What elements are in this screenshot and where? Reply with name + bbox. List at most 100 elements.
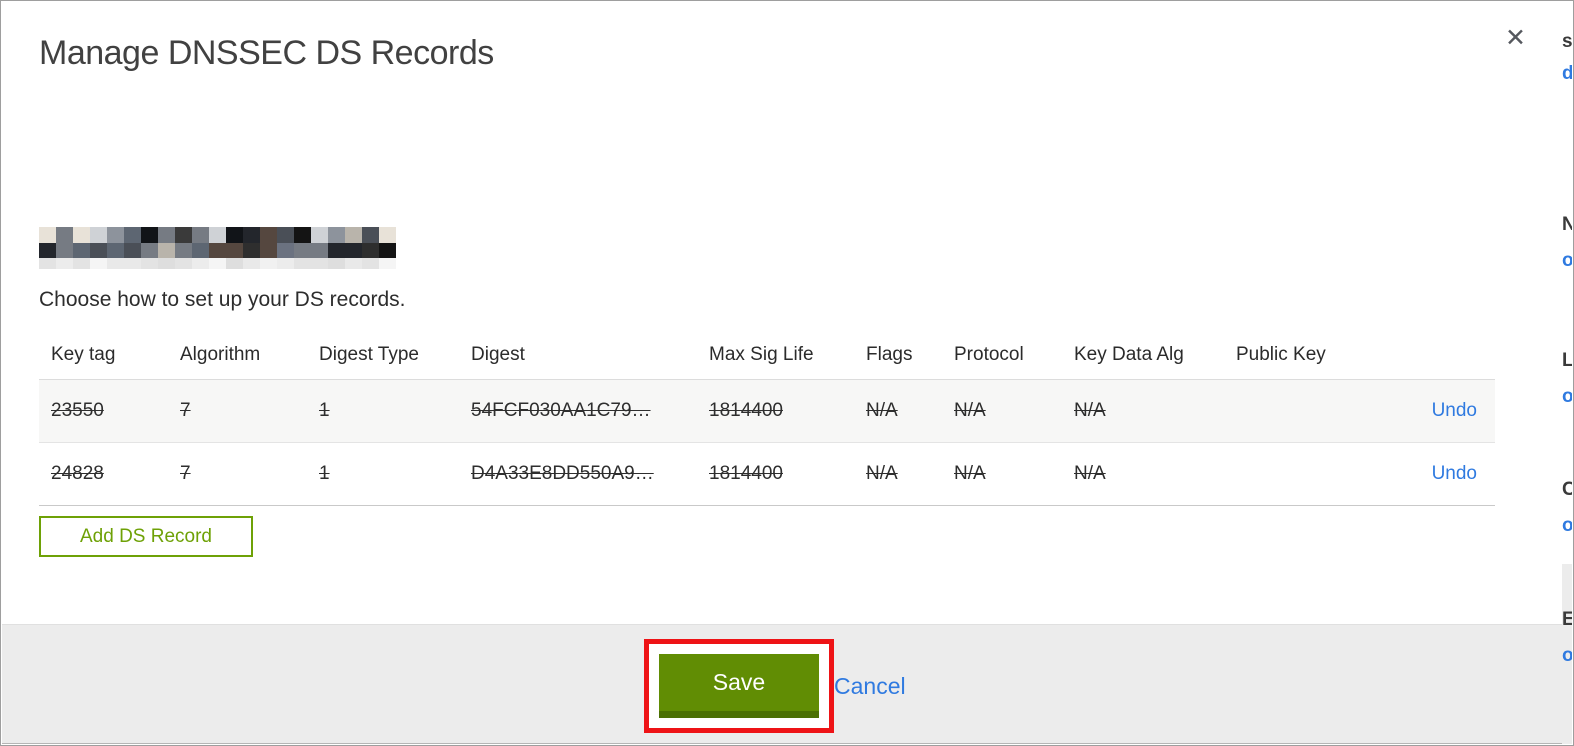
redacted-pixel	[107, 258, 124, 269]
background-text-fragment: C	[1562, 479, 1572, 500]
redacted-pixel	[175, 227, 192, 243]
redacted-pixel	[345, 243, 362, 258]
cell-key-data-alg: N/A	[1074, 400, 1106, 421]
redacted-pixel	[260, 227, 277, 243]
redacted-pixel	[39, 243, 56, 258]
table-row: 23550 7 1 54FCF030AA1C79… 1814400 N/A N/A N/A Un…	[39, 379, 1495, 443]
background-text-fragment: s	[1562, 31, 1572, 52]
redacted-pixel	[345, 258, 362, 269]
redacted-pixel	[226, 227, 243, 243]
close-icon[interactable]: ✕	[1505, 26, 1526, 51]
save-button[interactable]: Save	[659, 654, 819, 718]
background-text-fragment: o	[1562, 250, 1572, 271]
red-annotation-box: Save	[644, 639, 834, 733]
redacted-pixel	[107, 227, 124, 243]
background-text-fragment: o	[1562, 386, 1572, 407]
undo-link[interactable]: Undo	[1432, 463, 1477, 484]
redacted-pixel	[226, 243, 243, 258]
cell-digest-type: 1	[319, 463, 330, 484]
column-header-key-tag: Key tag	[51, 344, 116, 365]
redacted-pixel	[277, 227, 294, 243]
table-header-row: Key tag Algorithm Digest Type Digest Max Sig…	[39, 332, 1495, 380]
ds-records-table: Key tag Algorithm Digest Type Digest Max Sig…	[39, 332, 1495, 506]
redacted-pixel	[90, 227, 107, 243]
redacted-pixel	[243, 243, 260, 258]
column-header-flags: Flags	[866, 344, 913, 365]
cell-key-tag: 23550	[51, 400, 104, 421]
manage-dnssec-modal: Manage DNSSEC DS Records ✕ Choose how to…	[2, 2, 1563, 744]
cell-digest: 54FCF030AA1C79…	[471, 400, 651, 421]
redacted-pixel	[243, 227, 260, 243]
redacted-pixel	[277, 243, 294, 258]
cell-max-sig-life: 1814400	[709, 400, 783, 421]
redacted-pixel	[158, 258, 175, 269]
redacted-pixel	[379, 227, 396, 243]
cell-flags: N/A	[866, 400, 898, 421]
add-ds-record-button[interactable]: Add DS Record	[39, 516, 253, 557]
redacted-pixel	[124, 258, 141, 269]
redacted-pixel	[379, 243, 396, 258]
cell-protocol: N/A	[954, 463, 986, 484]
redacted-pixel	[141, 227, 158, 243]
cell-max-sig-life: 1814400	[709, 463, 783, 484]
redacted-pixel	[226, 258, 243, 269]
cell-action: Undo	[1405, 443, 1495, 506]
redacted-pixel	[328, 243, 345, 258]
background-text-fragment: d	[1562, 63, 1572, 84]
cell-public-key	[1224, 380, 1405, 443]
column-header-key-data-alg: Key Data Alg	[1074, 344, 1184, 365]
cell-algorithm: 7	[180, 463, 191, 484]
redacted-pixel	[192, 227, 209, 243]
cell-protocol: N/A	[954, 400, 986, 421]
redacted-pixel	[158, 227, 175, 243]
redacted-pixel	[294, 243, 311, 258]
background-text-fragment: o	[1562, 515, 1572, 536]
redacted-pixel	[56, 243, 73, 258]
redacted-pixel	[294, 258, 311, 269]
redacted-pixel	[175, 258, 192, 269]
table-row: 24828 7 1 D4A33E8DD550A9… 1814400 N/A N/A N/A Un…	[39, 442, 1495, 506]
column-header-digest-type: Digest Type	[319, 344, 419, 365]
redacted-pixel	[107, 243, 124, 258]
intro-text: Choose how to set up your DS records.	[39, 288, 406, 311]
redacted-pixel	[39, 227, 56, 243]
redacted-pixel	[328, 227, 345, 243]
cancel-link[interactable]: Cancel	[834, 673, 906, 700]
modal-title: Manage DNSSEC DS Records	[39, 34, 494, 72]
redacted-pixel	[175, 243, 192, 258]
modal-footer: Save Cancel	[2, 624, 1562, 744]
redacted-pixel	[124, 227, 141, 243]
redacted-pixel	[362, 243, 379, 258]
redacted-pixel	[56, 227, 73, 243]
redacted-pixel	[90, 243, 107, 258]
redacted-pixel	[158, 243, 175, 258]
redacted-pixel	[39, 258, 56, 269]
cell-digest-type: 1	[319, 400, 330, 421]
column-header-max-sig-life: Max Sig Life	[709, 344, 814, 365]
redacted-pixel	[73, 258, 90, 269]
redacted-pixel	[192, 243, 209, 258]
cell-digest: D4A33E8DD550A9…	[471, 463, 654, 484]
undo-link[interactable]: Undo	[1432, 400, 1477, 421]
background-page-sliver: sdNoLoCoEo	[1562, 2, 1572, 744]
redacted-pixel	[90, 258, 107, 269]
screenshot-frame: Manage DNSSEC DS Records ✕ Choose how to…	[0, 0, 1574, 746]
redacted-pixel	[345, 227, 362, 243]
redacted-pixel	[260, 243, 277, 258]
redacted-pixel	[260, 258, 277, 269]
redacted-pixel	[73, 227, 90, 243]
cell-flags: N/A	[866, 463, 898, 484]
redacted-pixel	[56, 258, 73, 269]
redacted-pixel	[192, 258, 209, 269]
redacted-pixel	[73, 243, 90, 258]
redacted-pixel	[379, 258, 396, 269]
background-text-fragment: L	[1562, 350, 1572, 371]
cell-public-key	[1224, 443, 1405, 506]
redacted-pixel	[311, 227, 328, 243]
redacted-domain-name	[39, 227, 396, 271]
cell-key-tag: 24828	[51, 463, 104, 484]
cell-algorithm: 7	[180, 400, 191, 421]
column-header-public-key: Public Key	[1236, 344, 1326, 365]
redacted-pixel	[294, 227, 311, 243]
redacted-pixel	[209, 227, 226, 243]
